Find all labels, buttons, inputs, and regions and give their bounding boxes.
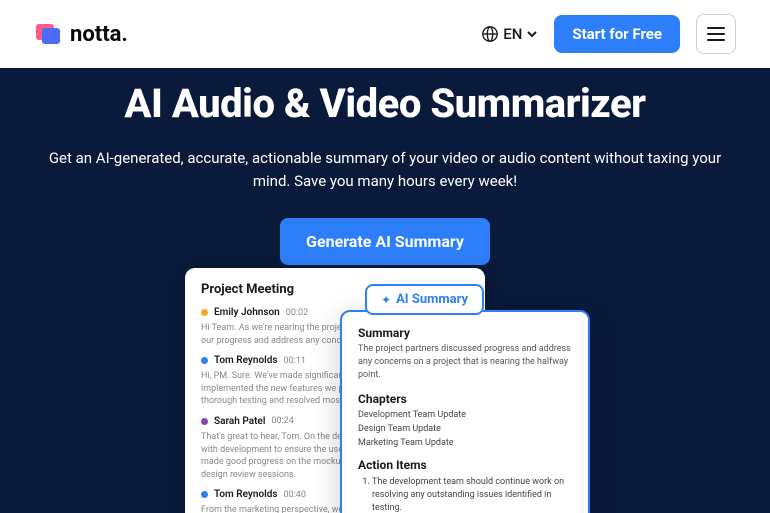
speaker-dot: [201, 357, 208, 364]
summary-text: The project partners discussed progress …: [358, 343, 572, 382]
speaker-time: 00:11: [283, 356, 305, 366]
chapter-item: Marketing Team Update: [358, 438, 572, 448]
summary-card: Summary The project partners discussed p…: [340, 310, 590, 513]
chapter-item: Design Team Update: [358, 424, 572, 434]
badge-label: AI Summary: [396, 292, 468, 307]
header-bar: notta. EN Start for Free: [0, 0, 770, 68]
ai-summary-badge: ✦ AI Summary: [365, 284, 484, 315]
language-label: EN: [503, 25, 522, 43]
logo-icon: [34, 20, 62, 48]
summary-heading: Summary: [358, 326, 572, 340]
logo[interactable]: notta.: [34, 20, 128, 48]
chapter-item: Development Team Update: [358, 410, 572, 420]
hero-section: AI Audio & Video Summarizer Get an AI-ge…: [0, 68, 770, 513]
language-selector[interactable]: EN: [481, 25, 538, 43]
chapters-heading: Chapters: [358, 392, 572, 406]
speaker-name: Emily Johnson: [214, 307, 280, 318]
generate-summary-button[interactable]: Generate AI Summary: [280, 218, 490, 265]
logo-text: notta.: [70, 22, 128, 47]
speaker-dot: [201, 418, 208, 425]
globe-icon: [481, 25, 499, 43]
start-free-button[interactable]: Start for Free: [554, 15, 680, 53]
hamburger-icon: [707, 27, 725, 41]
header-actions: EN Start for Free: [481, 14, 736, 54]
speaker-dot: [201, 491, 208, 498]
menu-button[interactable]: [696, 14, 736, 54]
speaker-dot: [201, 309, 208, 316]
speaker-name: Sarah Patel: [214, 416, 265, 427]
actions-heading: Action Items: [358, 458, 572, 472]
speaker-time: 00:24: [271, 416, 293, 426]
chevron-down-icon: [526, 28, 538, 40]
speaker-time: 00:02: [286, 308, 308, 318]
speaker-name: Tom Reynolds: [214, 489, 277, 500]
hero-subtitle: Get an AI-generated, accurate, actionabl…: [35, 147, 735, 194]
speaker-time: 00:40: [283, 490, 305, 500]
action-item: The development team should continue wor…: [372, 476, 572, 513]
hero-title: AI Audio & Video Summarizer: [0, 80, 770, 127]
speaker-name: Tom Reynolds: [214, 355, 277, 366]
sparkle-icon: ✦: [381, 293, 391, 307]
mockup-illustration: Project Meeting Emily Johnson00:02Hi Tea…: [185, 268, 585, 513]
